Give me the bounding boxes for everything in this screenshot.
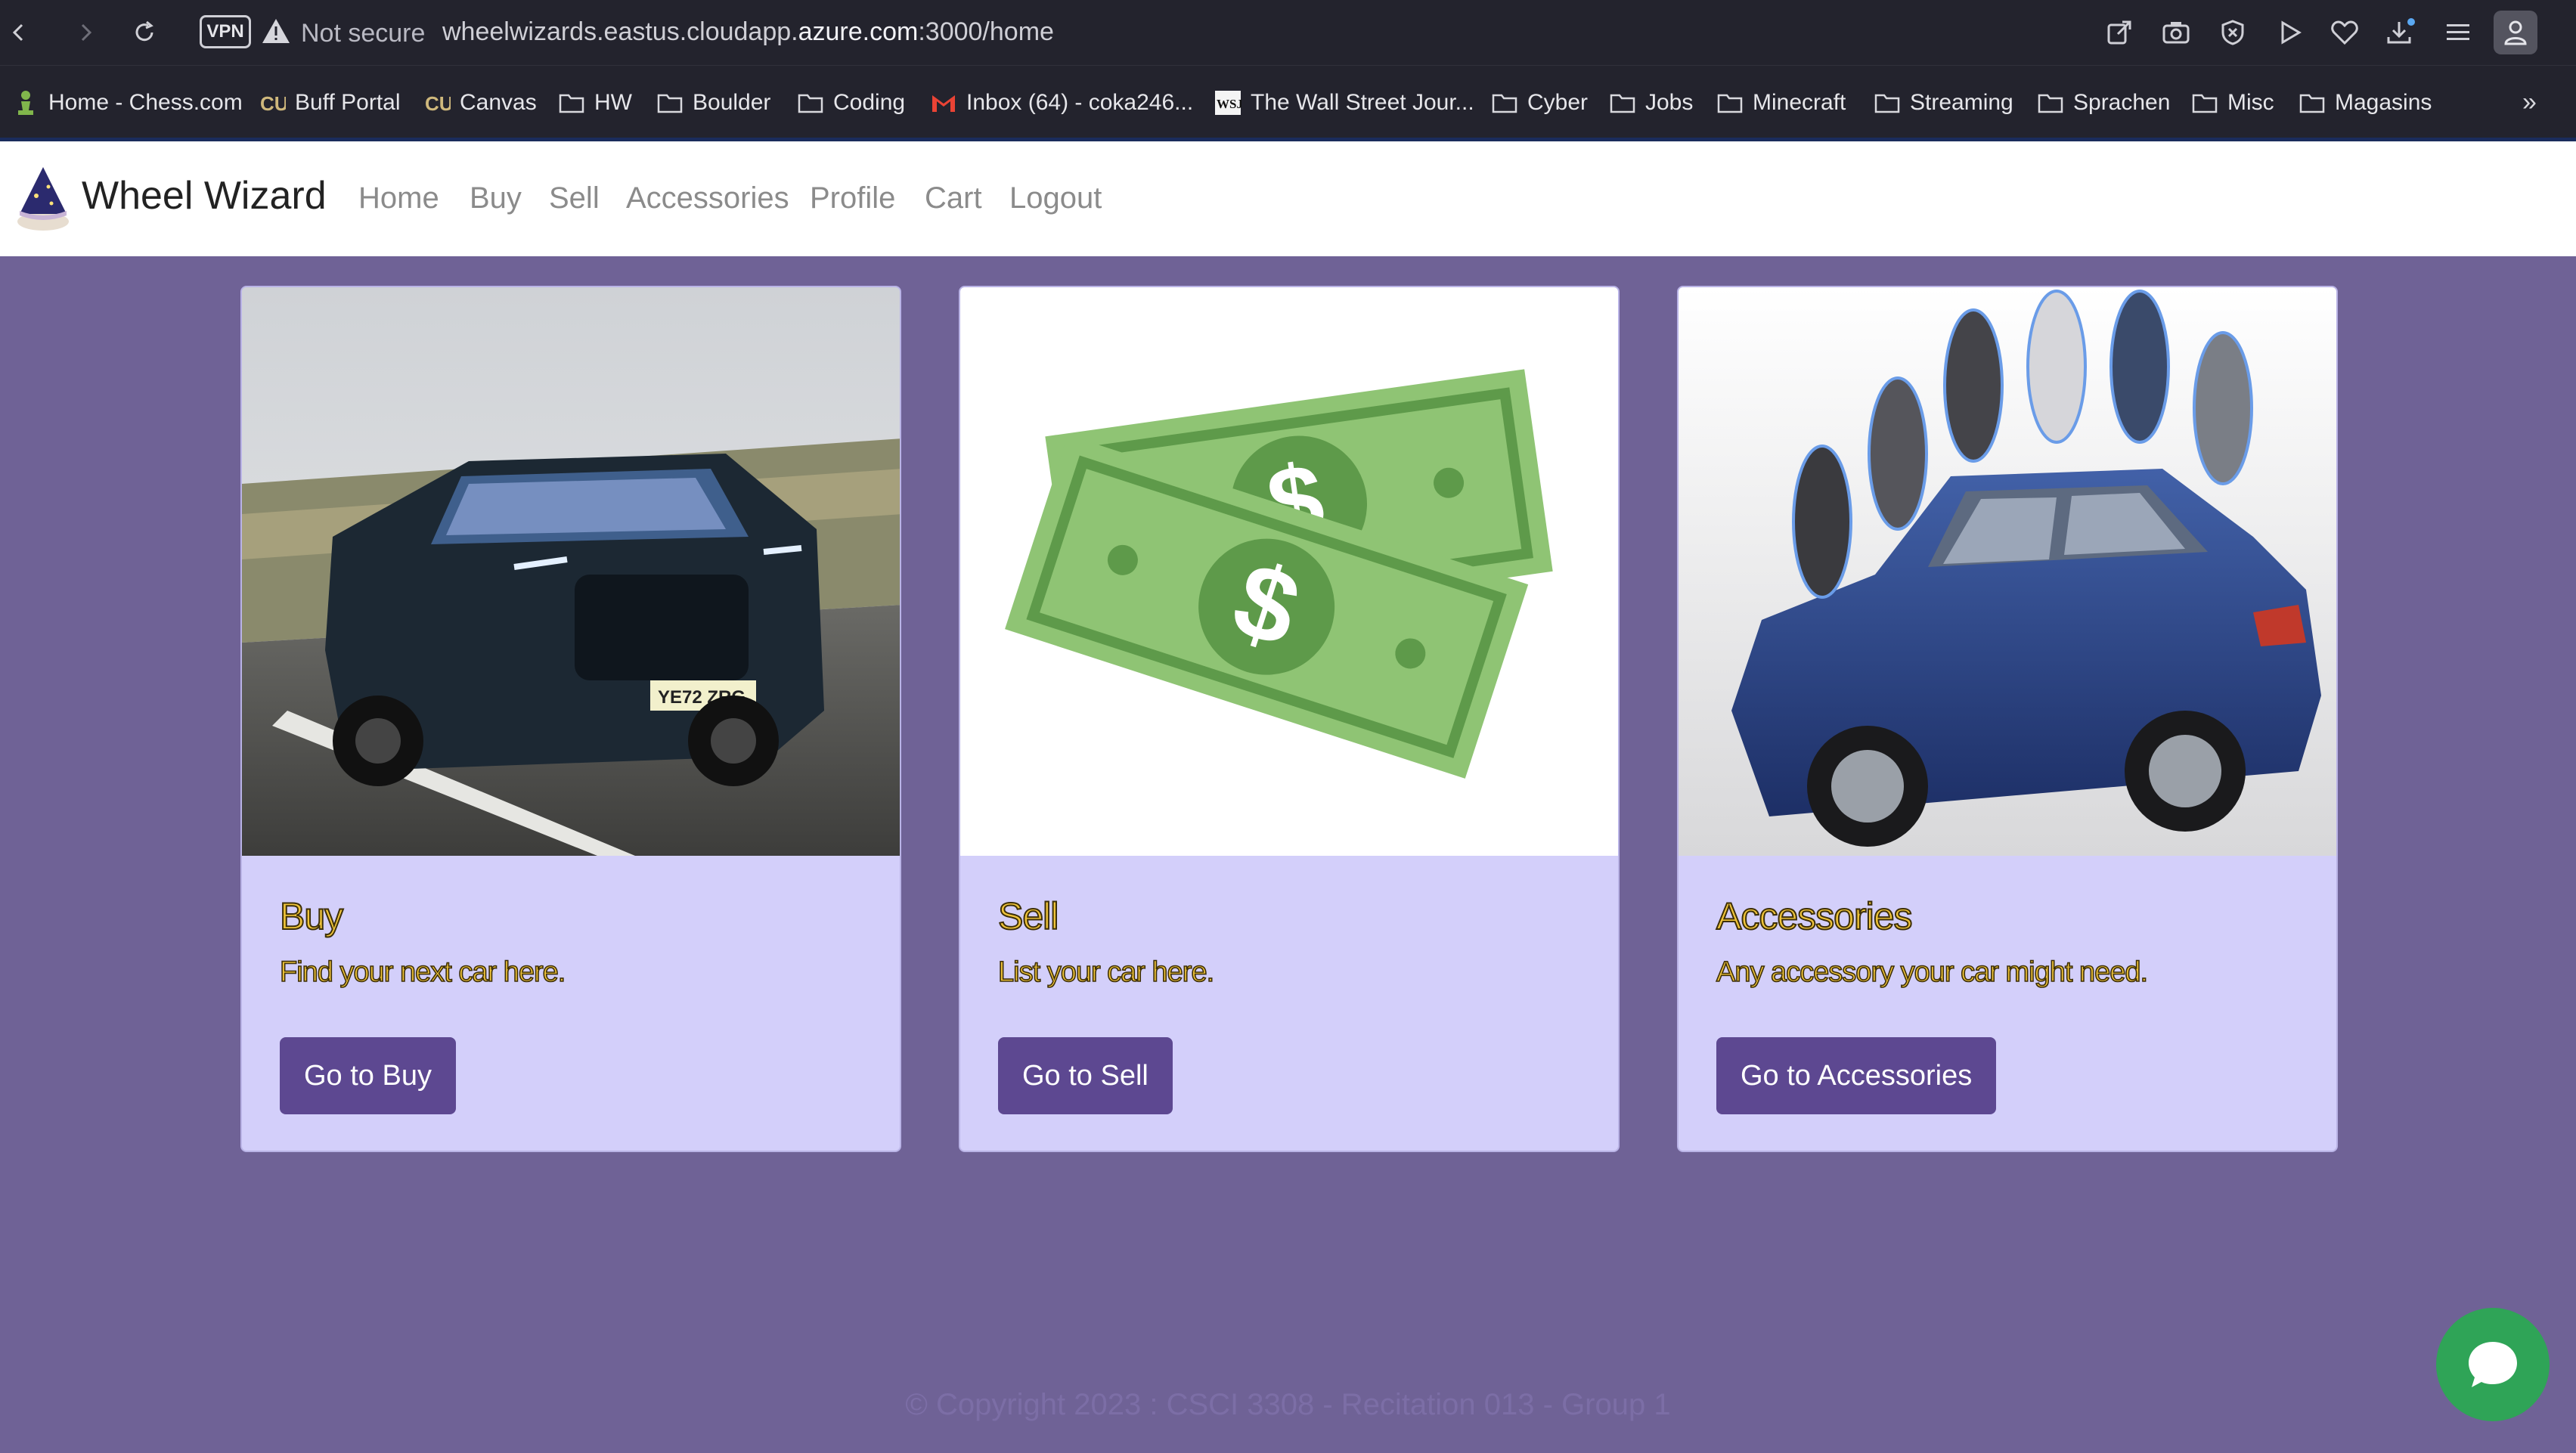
folder-icon — [1609, 89, 1636, 116]
bookmark-item[interactable]: CU Canvas — [423, 81, 537, 125]
card-text: Any accessory your car might need. — [1716, 956, 2149, 989]
bookmark-item[interactable]: Coding — [797, 81, 905, 125]
url-domain: azure.com — [798, 17, 919, 46]
folder-icon — [797, 89, 824, 116]
bookmark-item[interactable]: Cyber — [1491, 81, 1588, 125]
folder-icon — [2037, 89, 2064, 116]
svg-text:WSJ: WSJ — [1217, 97, 1242, 111]
reload-icon[interactable] — [126, 14, 163, 51]
cu-logo-icon: CU — [423, 89, 451, 116]
share-icon[interactable] — [2102, 15, 2137, 50]
cu-logo-icon: CU — [259, 89, 286, 116]
buy-card: YE72 ZRG Buy Find your next car here. Go… — [240, 286, 901, 1152]
bookmark-item[interactable]: Streaming — [1874, 81, 2013, 125]
svg-text:CU: CU — [260, 92, 286, 115]
nav-cart[interactable]: Cart — [925, 179, 982, 217]
sell-card-image: $ $ — [960, 287, 1618, 856]
svg-text:CU: CU — [425, 92, 451, 115]
bookmark-item[interactable]: Misc — [2191, 81, 2274, 125]
url-prefix: wheelwizards.eastus.cloudapp. — [442, 17, 798, 46]
folder-icon — [1874, 89, 1901, 116]
more-bookmarks-icon[interactable]: » — [2522, 88, 2537, 117]
folder-icon — [1716, 89, 1744, 116]
footer-copyright: © Copyright 2023 : CSCI 3308 - Recitatio… — [905, 1388, 1671, 1421]
bookmark-item[interactable]: Jobs — [1609, 81, 1693, 125]
go-to-sell-button[interactable]: Go to Sell — [998, 1037, 1173, 1114]
folder-icon — [2191, 89, 2218, 116]
pawn-icon — [12, 89, 39, 116]
chat-bubble-icon[interactable] — [2436, 1308, 2550, 1421]
menu-icon[interactable] — [2441, 15, 2475, 50]
bookmark-item[interactable]: Magasins — [2299, 81, 2432, 125]
camera-icon[interactable] — [2159, 15, 2193, 50]
back-icon[interactable] — [0, 14, 38, 51]
go-to-accessories-button[interactable]: Go to Accessories — [1716, 1037, 1997, 1114]
folder-icon — [656, 89, 684, 116]
brand-name[interactable]: Wheel Wizard — [82, 172, 327, 220]
play-icon[interactable] — [2272, 15, 2307, 50]
bookmark-item[interactable]: WSJ The Wall Street Jour... — [1214, 81, 1474, 125]
folder-icon — [558, 89, 585, 116]
bookmark-item[interactable]: Inbox (64) - coka246... — [930, 81, 1193, 125]
forward-icon[interactable] — [67, 14, 104, 51]
nav-profile[interactable]: Profile — [810, 179, 895, 217]
vpn-badge[interactable]: VPN — [200, 15, 251, 48]
card-text: List your car here. — [997, 956, 1215, 989]
nav-accessories[interactable]: Accessories — [626, 179, 789, 217]
site-navbar: Wheel Wizard Home Buy Sell Accessories P… — [0, 141, 2576, 256]
go-to-buy-button[interactable]: Go to Buy — [280, 1037, 456, 1114]
card-title: Sell — [997, 894, 1059, 938]
bookmark-item[interactable]: Boulder — [656, 81, 770, 125]
bookmark-item[interactable]: Minecraft — [1716, 81, 1846, 125]
gmail-icon — [930, 89, 957, 116]
nav-buy[interactable]: Buy — [470, 179, 522, 217]
adblock-icon[interactable] — [2215, 15, 2250, 50]
security-status[interactable]: Not secure — [301, 17, 425, 50]
bookmark-item[interactable]: Sprachen — [2037, 81, 2170, 125]
wsj-icon: WSJ — [1214, 89, 1242, 116]
nav-logout[interactable]: Logout — [1009, 179, 1102, 217]
download-icon[interactable] — [2383, 15, 2418, 50]
heart-icon[interactable] — [2327, 15, 2362, 50]
folder-icon — [1491, 89, 1518, 116]
sell-card: $ $ Sell List your car here. Go to Sell — [959, 286, 1620, 1152]
browser-toolbar: VPN Not secure wheelwizards.eastus.cloud… — [0, 0, 2576, 65]
buy-card-image: YE72 ZRG — [242, 287, 900, 856]
bookmark-item[interactable]: CU Buff Portal — [259, 81, 401, 125]
wizard-logo-icon[interactable] — [14, 164, 73, 232]
card-text: Find your next car here. — [279, 956, 566, 989]
accessories-card: Accessories Any accessory your car might… — [1677, 286, 2338, 1152]
nav-home[interactable]: Home — [358, 179, 439, 217]
warning-icon[interactable] — [261, 17, 294, 48]
bookmark-item[interactable]: Home - Chess.com — [12, 81, 243, 125]
accessories-card-image — [1679, 287, 2336, 856]
card-title: Accessories — [1716, 894, 1914, 938]
folder-icon — [2299, 89, 2326, 116]
profile-icon[interactable] — [2494, 11, 2537, 54]
bookmarks-bar: Home - Chess.com CU Buff Portal CU Canva… — [0, 65, 2576, 139]
card-title: Buy — [279, 894, 344, 938]
nav-sell[interactable]: Sell — [549, 179, 600, 217]
address-bar[interactable]: wheelwizards.eastus.cloudapp.azure.com:3… — [442, 15, 1054, 48]
bookmark-item[interactable]: HW — [558, 81, 632, 125]
url-suffix: :3000/home — [918, 17, 1054, 46]
